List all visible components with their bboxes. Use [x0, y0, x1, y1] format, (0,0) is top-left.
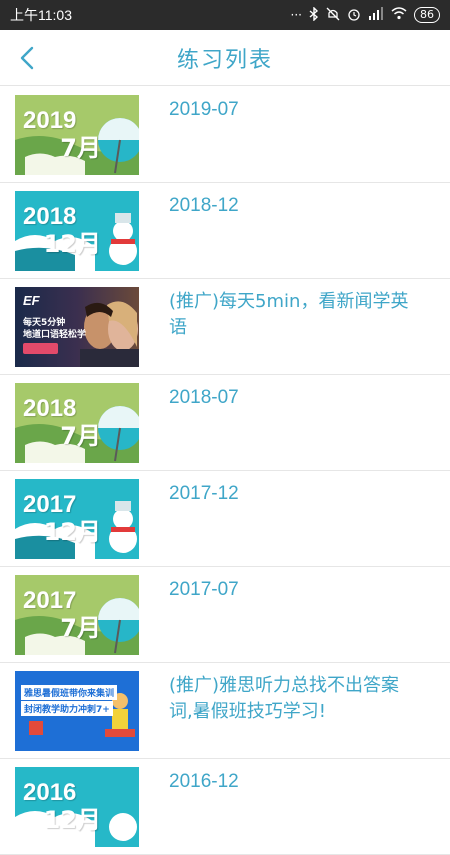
thumbnail-month: 7月 — [60, 422, 101, 450]
header: 练习列表 — [0, 30, 450, 86]
list-item[interactable]: 2017 7月 2017-07 — [0, 567, 450, 663]
ad-cta — [23, 343, 58, 354]
alarm-icon — [347, 7, 361, 24]
ad-thumbnail: 雅思暑假班带你来集训 封闭教学助力冲刺7+ — [15, 671, 139, 751]
list-item[interactable]: 2016 12月 2016-12 — [0, 759, 450, 855]
practice-list: 2019 7月 2019-07 2018 12月 2018-12 EF 每天5分… — [0, 87, 450, 855]
thumbnail-month: 7月 — [60, 134, 101, 162]
list-item[interactable]: 2018 12月 2018-12 — [0, 183, 450, 279]
list-item-ad[interactable]: 雅思暑假班带你来集训 封闭教学助力冲刺7+ (推广)雅思听力总找不出答案词,暑假… — [0, 663, 450, 759]
thumbnail: 2017 12月 — [15, 479, 139, 559]
bluetooth-icon — [309, 5, 319, 24]
list-item-ad[interactable]: EF 每天5分钟 地道口语轻松学 (推广)每天5min，看新闻学英语 — [0, 279, 450, 375]
list-item[interactable]: 2017 12月 2017-12 — [0, 471, 450, 567]
ad-line-2: 地道口语轻松学 — [23, 330, 87, 340]
thumbnail-month: 12月 — [43, 806, 101, 834]
list-item-label: 2017-12 — [169, 483, 239, 504]
signal-icon — [368, 6, 384, 24]
chevron-left-icon[interactable] — [14, 44, 42, 72]
ad-line-1: 雅思暑假班带你来集训 — [21, 685, 118, 700]
status-icons: ··· 86 — [290, 5, 440, 24]
thumbnail: 2016 12月 — [15, 767, 139, 847]
thumbnail: 2018 7月 — [15, 383, 139, 463]
ad-line-2: 封闭教学助力冲刺7+ — [21, 701, 113, 716]
status-bar: 上午11:03 ··· 86 — [0, 0, 450, 30]
list-item[interactable]: 2019 7月 2019-07 — [0, 87, 450, 183]
thumbnail: 2018 12月 — [15, 191, 139, 271]
battery-indicator: 86 — [414, 7, 440, 23]
page-title: 练习列表 — [176, 47, 273, 73]
thumbnail: 2019 7月 — [15, 95, 139, 175]
thumbnail: 2017 7月 — [15, 575, 139, 655]
thumbnail-month: 12月 — [43, 518, 101, 546]
list-item-label: 2016-12 — [169, 771, 239, 792]
thumbnail-month: 12月 — [43, 230, 101, 258]
more-dots-icon: ··· — [290, 8, 302, 22]
list-item-label: (推广)雅思听力总找不出答案词,暑假班技巧学习! — [169, 675, 400, 722]
ad-thumbnail: EF 每天5分钟 地道口语轻松学 — [15, 287, 139, 367]
list-item-label: 2019-07 — [169, 99, 239, 120]
list-item-label: 2018-12 — [169, 195, 239, 216]
wifi-icon — [391, 7, 407, 23]
list-item-label: (推广)每天5min，看新闻学英语 — [169, 291, 409, 338]
list-item[interactable]: 2018 7月 2018-07 — [0, 375, 450, 471]
list-item-label: 2017-07 — [169, 579, 239, 600]
thumbnail-month: 7月 — [60, 614, 101, 642]
status-time: 上午11:03 — [10, 7, 72, 23]
ad-brand: EF — [23, 293, 40, 308]
list-item-label: 2018-07 — [169, 387, 239, 408]
mute-icon — [326, 7, 340, 24]
